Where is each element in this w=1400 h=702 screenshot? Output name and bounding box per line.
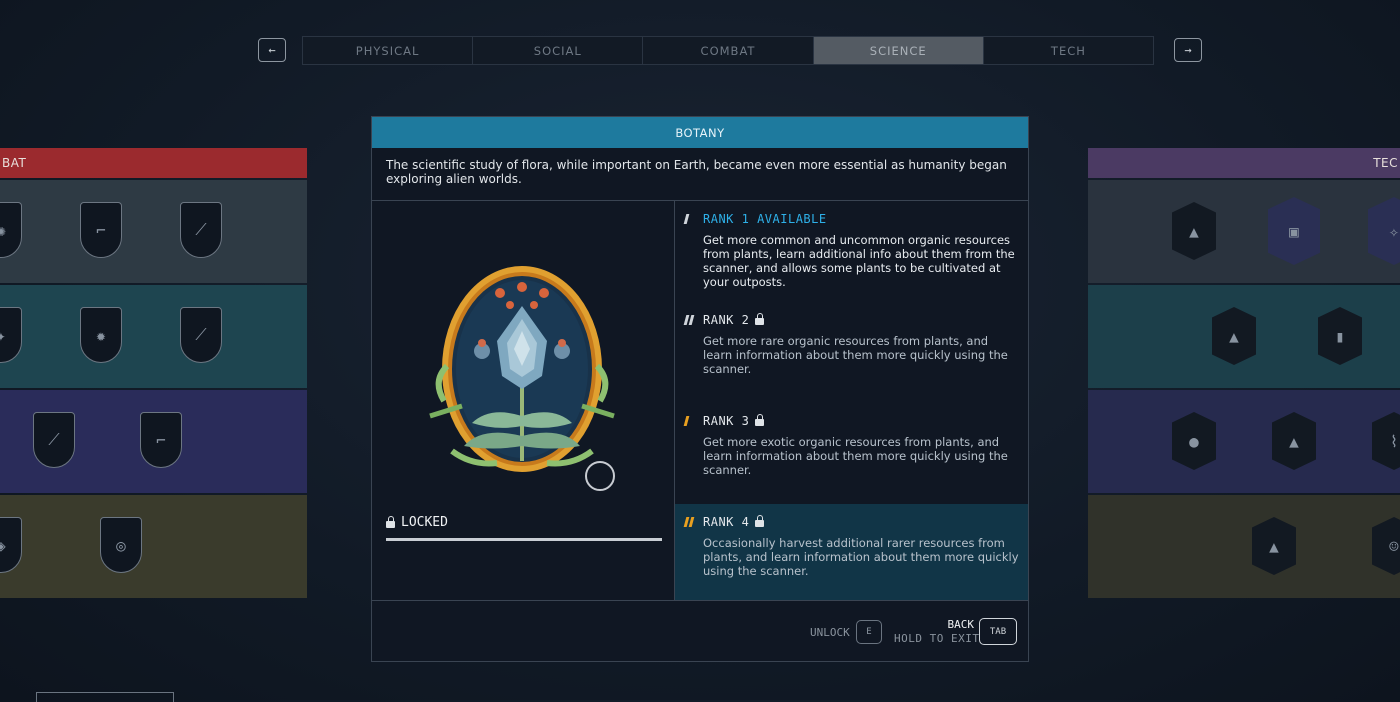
- cursor-ring: [585, 461, 615, 491]
- launch-skill-icon[interactable]: ▲: [1252, 517, 1296, 575]
- next-category-button[interactable]: →: [1174, 38, 1202, 62]
- armor-skill-icon[interactable]: ◈: [0, 517, 22, 573]
- revolver-skill-icon[interactable]: ⌐: [140, 412, 182, 468]
- rank-1-text: Get more common and uncommon organic res…: [703, 233, 1015, 289]
- rank-2[interactable]: RANK 2 Get more rare organic resources f…: [675, 302, 1028, 403]
- unlock-label: UNLOCK: [810, 626, 850, 639]
- burst-skill-icon[interactable]: ✹: [80, 307, 122, 363]
- rifle-skill-icon[interactable]: ⟋: [180, 202, 222, 258]
- rank-2-title-row: RANK 2: [703, 312, 1020, 328]
- skill-row-tier2: ▲ ▮: [1088, 285, 1400, 388]
- skill-row-tier4: ▲ ☺: [1088, 495, 1400, 598]
- exit-label: HOLD TO EXIT: [894, 632, 980, 645]
- prev-category-button[interactable]: ←: [258, 38, 286, 62]
- skill-category-tabs: PHYSICAL SOCIAL COMBAT SCIENCE TECH: [302, 36, 1154, 65]
- combat-skill-panel: BAT ✺ ⌐ ⟋ ✦ ✹ ⟋ ⟋ ⌐ ◈ ◎: [0, 148, 307, 601]
- rank-2-text: Get more rare organic resources from pla…: [703, 334, 1008, 376]
- lock-icon: [755, 515, 765, 527]
- back-button[interactable]: TAB: [979, 618, 1017, 645]
- thruster-skill-icon[interactable]: ▣: [1268, 197, 1320, 265]
- satellite-skill-icon[interactable]: ✧: [1368, 197, 1400, 265]
- ship-design-skill-icon[interactable]: ▲: [1212, 307, 1256, 365]
- locked-label: LOCKED: [401, 515, 448, 530]
- tech-panel-title: TEC: [1088, 148, 1400, 178]
- rank-3[interactable]: RANK 3 Get more exotic organic resources…: [675, 403, 1028, 504]
- rank-1-title: RANK 1 AVAILABLE: [703, 212, 827, 226]
- skill-patch-area: LOCKED: [372, 201, 675, 600]
- combat-panel-title: BAT: [0, 148, 307, 178]
- skill-row-tier3: ● ▲ ⌇: [1088, 390, 1400, 493]
- skill-row-tier1: ▲ ▣ ✧: [1088, 180, 1400, 283]
- rank-1-marker-icon: [683, 214, 690, 224]
- sun-skill-icon[interactable]: ✺: [0, 202, 22, 258]
- skill-row-tier4: ◈ ◎: [0, 495, 307, 598]
- unlock-button[interactable]: E: [856, 620, 882, 644]
- rank-3-title: RANK 3: [703, 414, 750, 428]
- arrow-right-icon: →: [1184, 43, 1192, 57]
- lock-icon: [755, 313, 765, 325]
- astronaut-skill-icon[interactable]: ☺: [1372, 517, 1400, 575]
- dialog-footer: UNLOCK E BACK HOLD TO EXIT TAB: [372, 601, 1028, 661]
- planet-skill-icon[interactable]: ●: [1172, 412, 1216, 470]
- rocket-skill-icon[interactable]: ▲: [1272, 412, 1316, 470]
- rank-2-marker-icon: [683, 315, 695, 325]
- tab-science[interactable]: SCIENCE: [813, 37, 984, 64]
- skill-detail-dialog: BOTANY The scientific study of flora, wh…: [371, 116, 1029, 662]
- skill-description: The scientific study of flora, while imp…: [372, 148, 1028, 201]
- skill-row-tier3: ⟋ ⌐: [0, 390, 307, 493]
- skill-title: BOTANY: [372, 117, 1028, 148]
- botany-patch-icon: [429, 266, 615, 472]
- rank-3-marker-icon: [683, 416, 690, 426]
- rank-4-text: Occasionally harvest additional rarer re…: [703, 536, 1019, 578]
- rank-4-title-row: RANK 4: [703, 514, 1020, 530]
- rank-1[interactable]: RANK 1 AVAILABLE Get more common and unc…: [675, 201, 1028, 302]
- lock-icon: [386, 515, 395, 528]
- lock-icon: [755, 414, 765, 426]
- rank-4[interactable]: RANK 4 Occasionally harvest additional r…: [675, 504, 1028, 600]
- tech-skill-panel: TEC ▲ ▣ ✧ ▲ ▮ ● ▲ ⌇ ▲ ☺: [1088, 148, 1400, 601]
- sniper-skill-icon[interactable]: ⟋: [33, 412, 75, 468]
- robot-arm-skill-icon[interactable]: ⌇: [1372, 412, 1400, 470]
- rank-2-title: RANK 2: [703, 313, 750, 327]
- skill-body: LOCKED RANK 1 AVAILABLE Get more common …: [372, 201, 1028, 601]
- pistol-skill-icon[interactable]: ⌐: [80, 202, 122, 258]
- engineering-skill-icon[interactable]: ▮: [1318, 307, 1362, 365]
- skill-row-tier2: ✦ ✹ ⟋: [0, 285, 307, 388]
- locked-status: LOCKED: [386, 515, 448, 530]
- tab-combat[interactable]: COMBAT: [643, 37, 814, 64]
- bottom-panel-edge: [36, 692, 174, 702]
- rank-3-text: Get more exotic organic resources from p…: [703, 435, 1008, 477]
- arrow-left-icon: ←: [268, 43, 276, 57]
- tab-physical[interactable]: PHYSICAL: [303, 37, 474, 64]
- target-skill-icon[interactable]: ◎: [100, 517, 142, 573]
- progress-bar: [386, 538, 662, 541]
- star-skill-icon[interactable]: ✦: [0, 307, 22, 363]
- tab-tech[interactable]: TECH: [983, 37, 1154, 64]
- rank-4-title: RANK 4: [703, 515, 750, 529]
- rank-4-marker-icon: [683, 517, 695, 527]
- assault-rifle-skill-icon[interactable]: ⟋: [180, 307, 222, 363]
- rank-list: RANK 1 AVAILABLE Get more common and unc…: [675, 201, 1028, 600]
- rank-3-title-row: RANK 3: [703, 413, 1020, 429]
- tab-social[interactable]: SOCIAL: [473, 37, 644, 64]
- skill-row-tier1: ✺ ⌐ ⟋: [0, 180, 307, 283]
- ship-skill-icon[interactable]: ▲: [1172, 202, 1216, 260]
- back-label: BACK: [947, 618, 975, 631]
